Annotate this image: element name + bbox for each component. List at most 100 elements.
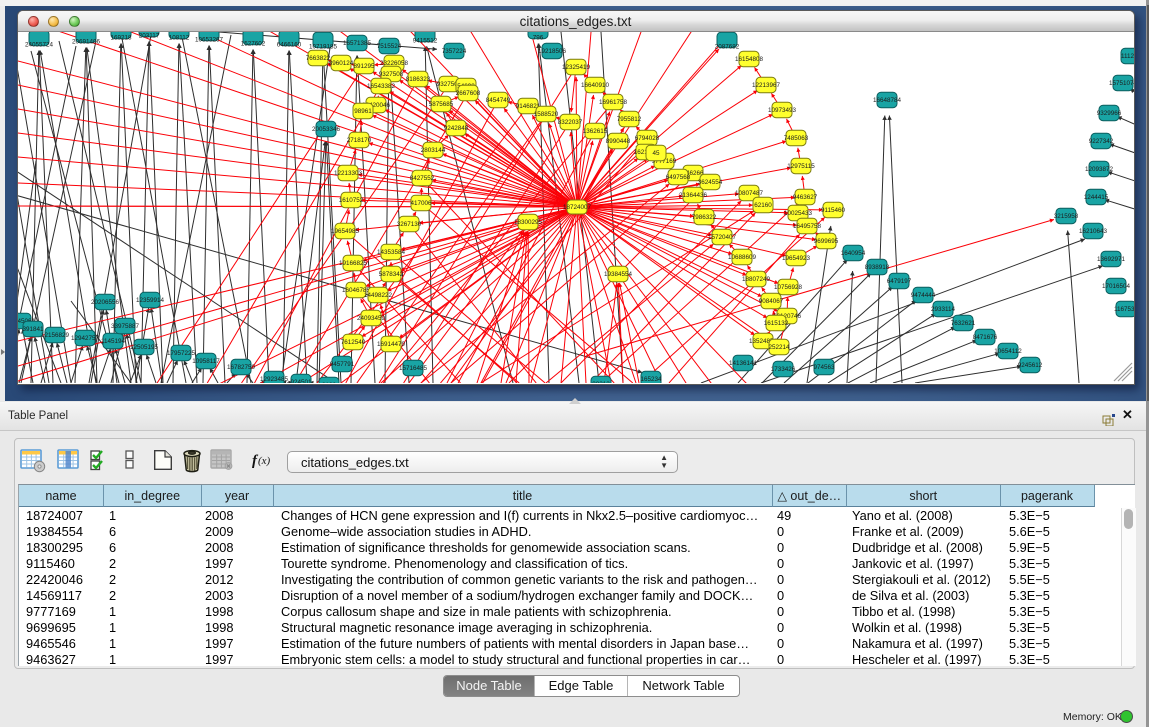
- svg-text:8427552: 8427552: [409, 175, 434, 182]
- svg-text:15751074: 15751074: [1108, 80, 1133, 87]
- svg-text:14136141: 14136141: [728, 360, 757, 367]
- svg-text:24093459: 24093459: [356, 315, 385, 322]
- svg-text:1588520: 1588520: [533, 111, 558, 118]
- svg-text:417006: 417006: [410, 200, 432, 207]
- svg-text:12923485: 12923485: [259, 376, 288, 383]
- svg-text:9474444: 9474444: [910, 292, 935, 299]
- svg-text:12156829: 12156829: [40, 332, 69, 339]
- svg-text:12505195: 12505195: [129, 344, 158, 351]
- svg-text:(x): (x): [258, 455, 271, 467]
- svg-text:8186323: 8186323: [405, 76, 430, 83]
- svg-text:33975887: 33975887: [110, 323, 139, 330]
- svg-text:98213: 98213: [592, 381, 610, 383]
- svg-text:16648784: 16648784: [872, 97, 901, 104]
- svg-text:891295: 891295: [353, 63, 375, 70]
- svg-text:7515524: 7515524: [376, 43, 401, 50]
- svg-text:16495758: 16495758: [792, 223, 821, 230]
- svg-text:12942757: 12942757: [70, 335, 99, 342]
- svg-text:1244415: 1244415: [1083, 194, 1108, 201]
- svg-text:924501: 924501: [290, 379, 312, 383]
- svg-text:6479197: 6479197: [886, 278, 911, 285]
- svg-text:16154808: 16154808: [734, 56, 763, 63]
- svg-text:62160: 62160: [754, 202, 772, 209]
- svg-text:6794028: 6794028: [634, 135, 659, 142]
- svg-text:15716485: 15716485: [398, 365, 427, 372]
- svg-text:7632621: 7632621: [950, 320, 975, 327]
- svg-text:5878342: 5878342: [378, 271, 403, 278]
- svg-text:8454749: 8454749: [485, 97, 510, 104]
- svg-text:7663822: 7663822: [305, 55, 330, 62]
- svg-text:12093872: 12093872: [1084, 166, 1113, 173]
- svg-text:252214: 252214: [768, 344, 790, 351]
- svg-text:7955812: 7955812: [616, 116, 641, 123]
- svg-text:16543382: 16543382: [366, 83, 395, 90]
- svg-text:2667608: 2667608: [455, 90, 480, 97]
- svg-text:14353584: 14353584: [376, 249, 405, 256]
- svg-text:7357224: 7357224: [441, 48, 466, 55]
- svg-text:2933114: 2933114: [930, 306, 955, 313]
- svg-text:19654923: 19654923: [781, 255, 810, 262]
- svg-text:1145194: 1145194: [100, 338, 125, 345]
- svg-text:7986322: 7986322: [691, 214, 716, 221]
- svg-text:9227342: 9227342: [1088, 138, 1113, 145]
- svg-text:19166825: 19166825: [338, 260, 367, 267]
- svg-text:16782759: 16782759: [226, 364, 255, 371]
- svg-text:2803144: 2803144: [420, 147, 445, 154]
- svg-text:6466160: 6466160: [276, 41, 301, 48]
- svg-text:8471676: 8471676: [972, 334, 997, 341]
- svg-text:16571385: 16571385: [342, 40, 371, 47]
- svg-text:9115460: 9115460: [820, 207, 845, 214]
- svg-text:10756928: 10756928: [773, 284, 802, 291]
- svg-text:10654112: 10654112: [994, 348, 1022, 355]
- svg-text:9457791: 9457791: [329, 361, 354, 368]
- svg-text:10025433: 10025433: [783, 210, 812, 217]
- svg-text:18300295: 18300295: [513, 219, 542, 226]
- svg-text:165234: 165234: [640, 376, 662, 383]
- svg-text:1615132: 1615132: [763, 320, 788, 327]
- svg-text:8990448: 8990448: [605, 138, 630, 145]
- svg-text:98961: 98961: [354, 108, 372, 115]
- svg-text:45: 45: [652, 150, 660, 157]
- svg-text:203117: 203117: [138, 32, 159, 39]
- svg-text:16210643: 16210643: [1078, 228, 1107, 235]
- svg-text:12325419: 12325419: [561, 64, 590, 71]
- svg-text:24055724: 24055724: [24, 41, 53, 48]
- svg-text:108112: 108112: [168, 34, 189, 41]
- svg-text:1733426: 1733426: [770, 366, 795, 373]
- svg-text:12359914: 12359914: [135, 297, 164, 304]
- svg-text:12975115: 12975115: [787, 163, 815, 170]
- svg-text:18807249: 18807249: [741, 276, 770, 283]
- svg-text:15720407: 15720407: [707, 234, 736, 241]
- svg-text:3267130: 3267130: [396, 221, 421, 228]
- svg-text:10973493: 10973493: [767, 107, 796, 114]
- svg-text:9084067: 9084067: [758, 298, 783, 305]
- svg-text:8938918: 8938918: [864, 264, 889, 271]
- svg-text:9329966: 9329966: [1096, 110, 1121, 117]
- svg-text:8960124: 8960124: [328, 60, 353, 67]
- svg-text:19654985: 19654985: [330, 228, 359, 235]
- svg-text:7485063: 7485063: [783, 135, 808, 142]
- svg-text:10958117: 10958117: [192, 358, 220, 365]
- svg-text:12213967: 12213967: [751, 82, 780, 89]
- svg-text:12213303: 12213303: [333, 170, 362, 177]
- svg-text:974563: 974563: [813, 364, 835, 371]
- svg-text:8122: 8122: [321, 382, 336, 383]
- svg-text:1640954: 1640954: [840, 250, 865, 257]
- svg-text:20691406: 20691406: [71, 38, 100, 45]
- svg-text:9242848: 9242848: [443, 125, 468, 132]
- svg-text:111215: 111215: [1120, 53, 1133, 60]
- svg-text:20053346: 20053346: [311, 126, 340, 133]
- svg-text:21364436: 21364436: [678, 192, 707, 199]
- svg-text:17016504: 17016504: [1101, 283, 1130, 290]
- svg-text:9415512: 9415512: [412, 37, 437, 44]
- svg-text:3215958: 3215958: [1053, 213, 1078, 220]
- svg-text:1167539: 1167539: [1113, 306, 1133, 313]
- svg-text:9699695: 9699695: [813, 238, 838, 245]
- svg-text:14498222: 14498222: [363, 292, 392, 299]
- svg-text:2718170: 2718170: [346, 137, 371, 144]
- svg-text:9463627: 9463627: [792, 194, 817, 201]
- svg-text:10688609: 10688609: [727, 254, 756, 261]
- svg-text:20206556: 20206556: [90, 299, 119, 306]
- svg-text:13692971: 13692971: [1096, 256, 1125, 263]
- svg-text:6497568: 6497568: [665, 174, 690, 181]
